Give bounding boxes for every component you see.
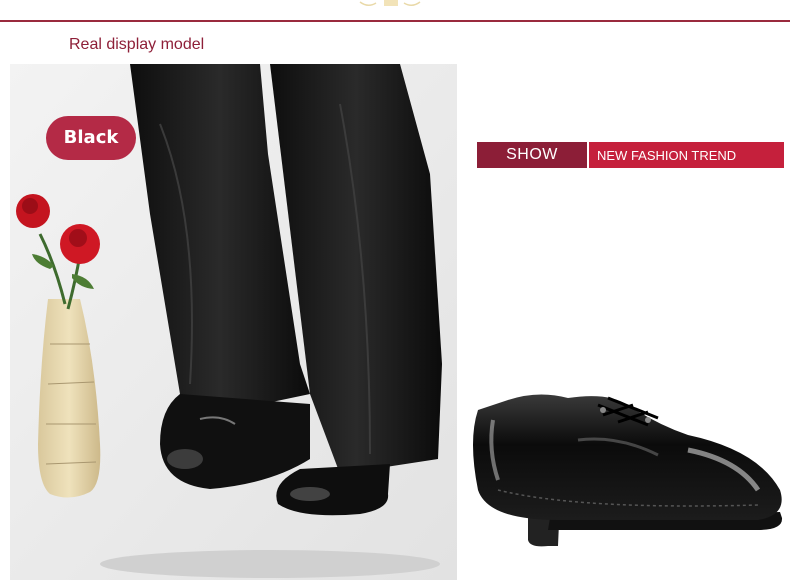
trend-label: NEW FASHION TREND bbox=[589, 142, 784, 168]
section-title: Real display model bbox=[69, 36, 205, 53]
show-banner: SHOW NEW FASHION TREND bbox=[477, 142, 784, 168]
show-label: SHOW bbox=[477, 142, 587, 168]
product-shoe-photo bbox=[458, 380, 790, 560]
header-divider bbox=[0, 20, 790, 22]
top-ornament-icon bbox=[359, 0, 421, 6]
color-badge: Black bbox=[46, 116, 136, 160]
